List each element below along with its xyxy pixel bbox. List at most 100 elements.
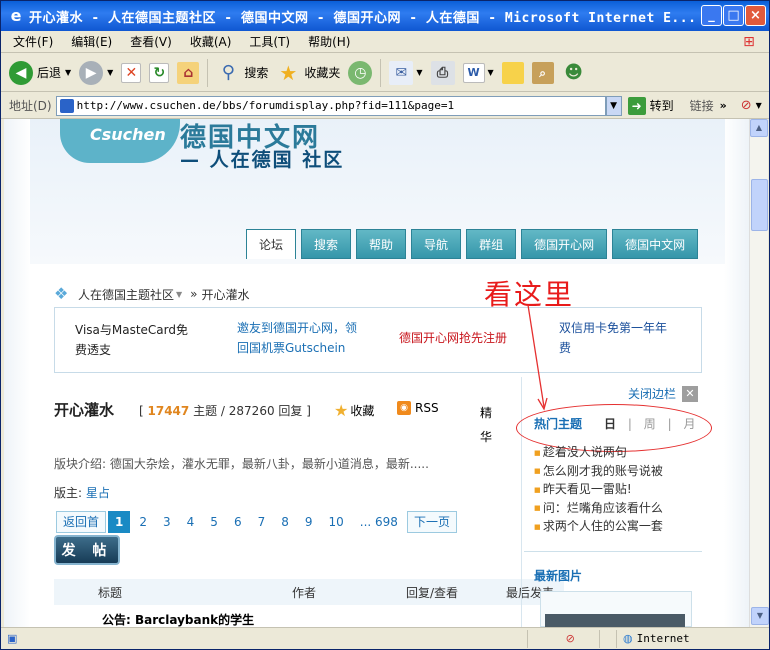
tab-navigation[interactable]: 导航 bbox=[411, 229, 462, 259]
pager-last[interactable]: ... 698 bbox=[352, 511, 405, 533]
replies-count: 287260 bbox=[228, 404, 275, 418]
go-button[interactable]: ➜ 转到 bbox=[627, 96, 674, 115]
col-reply-view: 回复/查看 bbox=[406, 586, 459, 600]
menu-favorites[interactable]: 收藏(A) bbox=[190, 33, 232, 50]
mail-button[interactable]: ✉ ▼ bbox=[389, 60, 423, 85]
ad-line: 邀友到德国开心网，领 bbox=[237, 321, 358, 335]
minimize-button[interactable]: _ bbox=[701, 5, 722, 26]
list-item[interactable]: 趁着没人说两句 bbox=[534, 443, 663, 462]
menu-edit[interactable]: 编辑(E) bbox=[71, 33, 112, 50]
edit-button[interactable]: W ▼ bbox=[462, 62, 494, 83]
site-logo[interactable]: Csuchen bbox=[60, 119, 180, 163]
refresh-icon: ↻ bbox=[149, 62, 170, 83]
nav-tabs: 论坛 搜索 帮助 导航 群组 德国开心网 德国中文网 bbox=[246, 229, 703, 259]
menu-view[interactable]: 查看(V) bbox=[130, 33, 172, 50]
edit-dropdown-icon[interactable]: ▼ bbox=[488, 68, 494, 77]
pager-page[interactable]: 2 bbox=[132, 511, 155, 533]
stats-bracket: [ bbox=[139, 404, 148, 418]
menu-tools[interactable]: 工具(T) bbox=[249, 33, 290, 50]
scroll-thumb[interactable] bbox=[751, 179, 768, 231]
close-button[interactable]: × bbox=[745, 5, 766, 26]
home-button[interactable]: ⌂ bbox=[177, 61, 200, 84]
menu-file[interactable]: 文件(F) bbox=[13, 33, 53, 50]
forward-button[interactable]: ▶ ▼ bbox=[79, 60, 113, 85]
pager-page[interactable]: 10 bbox=[321, 511, 351, 533]
search-button[interactable]: ⚲ 搜索 bbox=[216, 61, 269, 85]
stop-button[interactable]: ✕ bbox=[121, 62, 142, 83]
messenger-button[interactable]: ☻ bbox=[562, 61, 586, 85]
list-item[interactable]: 昨天看见一雷贴! bbox=[534, 480, 663, 499]
note-icon bbox=[501, 61, 524, 84]
discuss-button[interactable] bbox=[501, 61, 524, 84]
menu-help[interactable]: 帮助(H) bbox=[308, 33, 350, 50]
pager-page[interactable]: 5 bbox=[203, 511, 225, 533]
back-button[interactable]: ◀ 后退 ▼ bbox=[9, 60, 71, 85]
close-icon[interactable]: ✕ bbox=[682, 385, 699, 402]
pager-page[interactable]: 9 bbox=[297, 511, 320, 533]
ad-invite[interactable]: 邀友到德国开心网，领 回国机票Gutschein bbox=[237, 318, 357, 358]
moderator-name[interactable]: 星占 bbox=[86, 486, 110, 500]
list-item[interactable]: 怎么刚才我的账号说被 bbox=[534, 462, 663, 481]
mail-dropdown-icon[interactable]: ▼ bbox=[416, 68, 422, 77]
vertical-scrollbar[interactable]: ▲ ▼ bbox=[749, 119, 769, 627]
pager-page[interactable]: 1 bbox=[108, 511, 131, 533]
addon-dropdown-icon[interactable]: ▼ bbox=[756, 101, 762, 110]
tab-search[interactable]: 搜索 bbox=[301, 229, 352, 259]
window-title: 开心灌水 - 人在德国主题社区 - 德国中文网 - 德国开心网 - 人在德国 -… bbox=[29, 10, 697, 26]
address-dropdown-icon[interactable]: ▼ bbox=[605, 95, 622, 116]
tab-help[interactable]: 帮助 bbox=[356, 229, 407, 259]
ad-register[interactable]: 德国开心网抢先注册 bbox=[399, 328, 507, 348]
tab-csuchen[interactable]: 德国中文网 bbox=[612, 229, 699, 259]
maximize-button[interactable]: □ bbox=[723, 5, 744, 26]
popup-blocker-icon[interactable]: ⊘ bbox=[566, 632, 575, 645]
tab-forum[interactable]: 论坛 bbox=[246, 229, 297, 259]
scroll-down-icon[interactable]: ▼ bbox=[751, 607, 769, 625]
pager-page[interactable]: 6 bbox=[226, 511, 249, 533]
addon-icon[interactable]: ⊘ bbox=[741, 98, 752, 113]
chevron-right-icon[interactable]: » bbox=[720, 99, 727, 112]
table-row[interactable]: 公告: Barclaybank的学生 bbox=[54, 609, 564, 627]
favorites-label: 收藏夹 bbox=[304, 66, 341, 80]
links-button[interactable]: 链接 bbox=[690, 97, 714, 114]
toolbar-separator bbox=[380, 58, 382, 87]
pager-page[interactable]: 7 bbox=[250, 511, 273, 533]
list-item[interactable]: 问：烂嘴角应该看什么 bbox=[534, 499, 663, 518]
pager-page[interactable]: 4 bbox=[179, 511, 202, 533]
pager-first[interactable]: 返回首 bbox=[56, 511, 107, 533]
pager-next[interactable]: 下一页 bbox=[406, 511, 457, 533]
digest-link[interactable]: 精华 bbox=[334, 401, 494, 449]
digest-label: 精华 bbox=[480, 406, 493, 444]
new-picture-box bbox=[540, 591, 692, 627]
windows-logo-icon: ⊞ bbox=[743, 34, 755, 50]
new-post-button[interactable]: 发 帖 bbox=[54, 535, 120, 565]
title-bar[interactable]: e 开心灌水 - 人在德国主题社区 - 德国中文网 - 德国开心网 - 人在德国… bbox=[1, 1, 769, 31]
tab-kaixin[interactable]: 德国开心网 bbox=[521, 229, 608, 259]
print-icon: ⎙ bbox=[430, 60, 455, 85]
ad-visa[interactable]: Visa与MasteCard免 费透支 bbox=[75, 320, 188, 360]
pager-page[interactable]: 3 bbox=[156, 511, 178, 533]
print-button[interactable]: ⎙ bbox=[430, 60, 455, 85]
ad-creditcard[interactable]: 双信用卡免第一年年 费 bbox=[559, 318, 667, 358]
history-button[interactable]: ◷ bbox=[348, 60, 373, 85]
close-sidebar-link[interactable]: 关闭边栏 ✕ bbox=[628, 385, 699, 402]
announcement-title[interactable]: 公告: Barclaybank的学生 bbox=[102, 611, 254, 627]
breadcrumb-root[interactable]: 人在德国主题社区 bbox=[78, 286, 174, 303]
new-pictures-title: 最新图片 bbox=[534, 569, 583, 583]
scroll-up-icon[interactable]: ▲ bbox=[750, 119, 768, 137]
address-input[interactable]: http://www.csuchen.de/bbs/forumdisplay.p… bbox=[55, 95, 606, 116]
ad-line: Visa与MasteCard免 bbox=[75, 323, 189, 337]
research-button[interactable]: ⌕ bbox=[531, 61, 554, 84]
list-item[interactable]: 求两个人住的公寓一套 bbox=[534, 517, 663, 536]
new-picture-thumbnail[interactable] bbox=[545, 614, 685, 627]
chevron-down-icon[interactable]: ▼ bbox=[176, 290, 182, 299]
forward-dropdown-icon[interactable]: ▼ bbox=[107, 68, 113, 77]
back-dropdown-icon[interactable]: ▼ bbox=[65, 68, 71, 77]
pager-page[interactable]: 8 bbox=[274, 511, 296, 533]
page-viewport[interactable]: Csuchen 德国中文网 — 人在德国 社区 论坛 搜索 帮助 导航 群组 德… bbox=[4, 119, 749, 627]
favorites-button[interactable]: ★ 收藏夹 bbox=[276, 61, 340, 85]
tab-groups[interactable]: 群组 bbox=[466, 229, 517, 259]
annotation-arrow bbox=[527, 304, 548, 411]
go-arrow-icon: ➜ bbox=[627, 96, 646, 115]
refresh-button[interactable]: ↻ bbox=[149, 62, 170, 83]
status-bar: ▣ ⊘ ◍ Internet bbox=[1, 627, 769, 649]
